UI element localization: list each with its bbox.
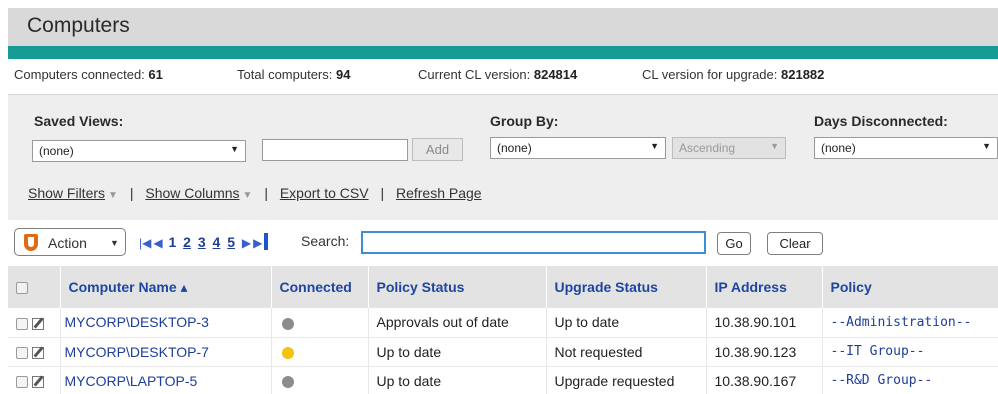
pagination: |◀ ◀ 1 2 3 4 5 ▶ ▶ [139,233,269,250]
upgrade-status: Not requested [546,337,707,367]
show-columns-link[interactable]: Show Columns [145,185,239,201]
column-header-computer-name[interactable]: Computer Name ▴ [60,266,272,308]
total-computers-stat: Total computers: 94 [237,67,351,82]
group-by-label: Group By: [490,113,559,129]
export-csv-link[interactable]: Export to CSV [280,185,369,201]
chevron-down-icon: ▼ [770,141,779,151]
link-divider: | [380,185,385,201]
days-disconnected-value: (none) [821,141,856,155]
page-link[interactable]: 4 [213,234,221,250]
row-controls [8,308,61,338]
group-by-select[interactable]: (none) ▼ [490,137,666,159]
connection-status-icon [281,375,294,388]
table-row[interactable]: MYCORP\DESKTOP-7 Up to date Not requeste… [8,337,998,367]
sort-order-select[interactable]: Ascending ▼ [672,137,786,159]
prev-page-icon[interactable]: ◀ [153,236,162,250]
computer-name[interactable]: MYCORP\DESKTOP-7 [60,337,272,367]
group-by-value: (none) [497,141,532,155]
row-checkbox[interactable] [16,317,28,330]
last-page-bar-icon [264,233,269,250]
select-all-cell [8,266,61,308]
connected-cell [271,308,369,338]
chevron-down-icon: ▼ [108,190,118,201]
last-page-icon[interactable]: ▶ [253,236,262,250]
page-link[interactable]: 5 [227,234,235,250]
edit-icon[interactable] [32,375,44,388]
computer-name[interactable]: MYCORP\DESKTOP-3 [60,308,272,338]
ip-address: 10.38.90.167 [706,366,823,394]
column-header-policy[interactable]: Policy [822,266,998,308]
row-checkbox[interactable] [16,346,28,359]
days-disconnected-label: Days Disconnected: [814,113,948,129]
computers-connected-stat: Computers connected: 61 [14,67,163,82]
policy-status: Up to date [368,366,547,394]
shield-icon [24,234,38,251]
page-link-current[interactable]: 1 [168,234,176,250]
stats-bar: Computers connected: 61 Total computers:… [8,59,998,91]
filter-panel: Saved Views: (none) ▼ Add Group By: (non… [8,94,998,220]
link-divider: | [129,185,134,201]
chevron-down-icon: ▼ [230,144,239,154]
saved-views-select[interactable]: (none) ▼ [32,140,246,162]
connection-status-icon [281,346,294,359]
connected-cell [271,366,369,394]
refresh-page-link[interactable]: Refresh Page [396,185,482,201]
connected-cell [271,337,369,367]
column-header-connected[interactable]: Connected [271,266,369,308]
policy: --Administration-- [822,308,998,338]
computer-name[interactable]: MYCORP\LAPTOP-5 [60,366,272,394]
chevron-down-icon: ▼ [982,141,991,151]
edit-icon[interactable] [32,317,44,330]
page-header: Computers [8,8,998,46]
policy: --IT Group-- [822,337,998,367]
sort-order-value: Ascending [679,141,736,155]
table-header-row: Computer Name ▴ Connected Policy Status … [8,266,998,308]
table-row[interactable]: MYCORP\LAPTOP-5 Up to date Upgrade reque… [8,366,998,394]
grid-toolbar: Action ▼ |◀ ◀ 1 2 3 4 5 ▶ ▶ Search: Go Cle… [8,222,998,264]
saved-views-value: (none) [39,144,74,158]
row-controls [8,366,61,394]
upgrade-status: Upgrade requested [546,366,707,394]
chevron-down-icon: ▼ [110,238,119,248]
row-checkbox[interactable] [16,375,28,388]
upgrade-status: Up to date [546,308,707,338]
table-row[interactable]: MYCORP\DESKTOP-3 Approvals out of date U… [8,308,998,338]
saved-views-label: Saved Views: [34,113,124,129]
computers-table: Computer Name ▴ Connected Policy Status … [8,266,998,394]
header-accent-bar [8,46,998,59]
column-header-policy-status[interactable]: Policy Status [368,266,547,308]
select-all-checkbox[interactable] [16,282,28,295]
page-title: Computers [27,14,130,37]
connection-status-icon [281,317,294,330]
show-filters-link[interactable]: Show Filters [28,185,105,201]
policy-status: Up to date [368,337,547,367]
edit-icon[interactable] [32,346,44,359]
go-button[interactable]: Go [717,232,751,255]
page-link[interactable]: 3 [198,234,206,250]
chevron-down-icon: ▼ [650,141,659,151]
link-divider: | [264,185,268,201]
clear-button[interactable]: Clear [767,232,823,255]
policy-status: Approvals out of date [368,308,547,338]
search-label: Search: [301,233,350,249]
action-label: Action [48,235,87,251]
current-cl-version-stat: Current CL version: 824814 [418,67,578,82]
search-input[interactable] [361,231,706,254]
add-view-button[interactable]: Add [412,138,463,161]
panel-links: Show Filters ▼ | Show Columns ▼ | Export t… [28,185,482,201]
view-name-input[interactable] [262,139,408,161]
chevron-down-icon: ▼ [242,190,253,201]
ip-address: 10.38.90.101 [706,308,823,338]
first-page-icon[interactable]: |◀ [139,236,151,250]
ip-address: 10.38.90.123 [706,337,823,367]
next-page-icon[interactable]: ▶ [242,236,251,250]
cl-upgrade-version-stat: CL version for upgrade: 821882 [642,67,825,82]
column-header-upgrade-status[interactable]: Upgrade Status [546,266,707,308]
action-button[interactable]: Action ▼ [14,228,126,256]
page-link[interactable]: 2 [183,234,191,250]
column-header-ip-address[interactable]: IP Address [706,266,823,308]
policy: --R&D Group-- [822,366,998,394]
days-disconnected-select[interactable]: (none) ▼ [814,137,998,159]
row-controls [8,337,61,367]
